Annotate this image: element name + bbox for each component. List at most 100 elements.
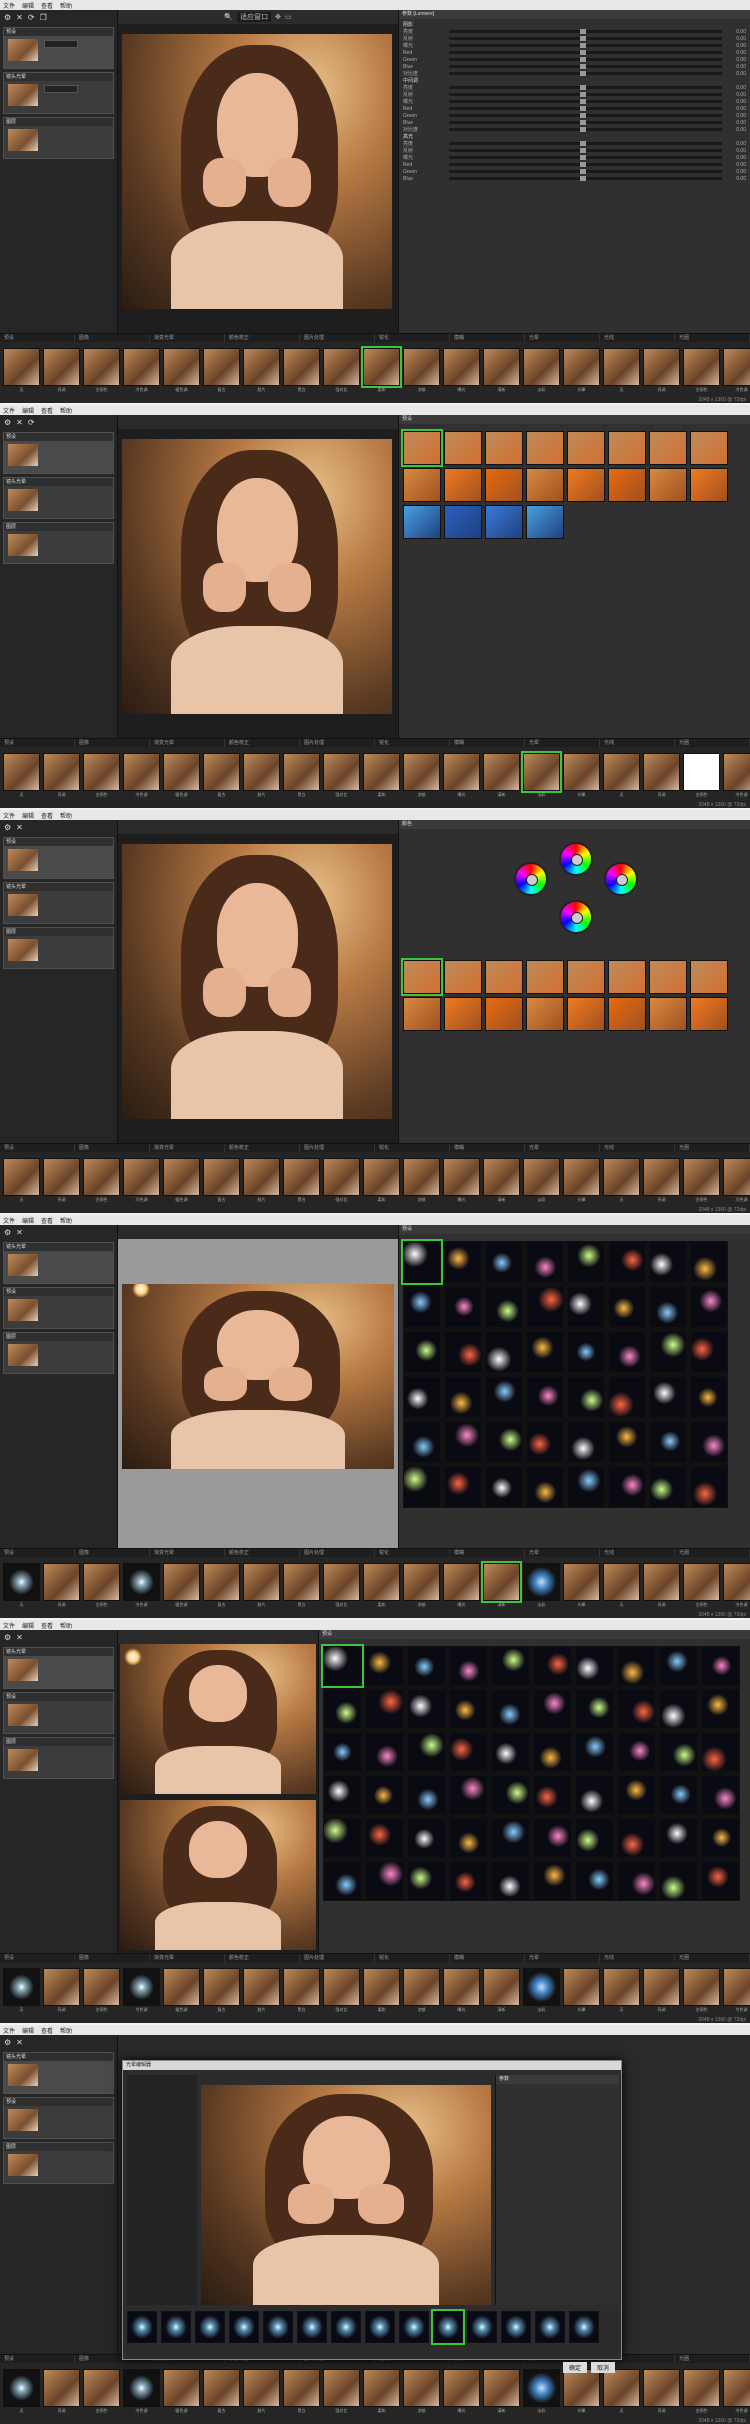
flare-preset-tile[interactable]: [690, 1286, 728, 1328]
flare-preset-tile[interactable]: [365, 1732, 404, 1772]
flare-preset-tile[interactable]: [407, 1646, 446, 1686]
menu-edit[interactable]: 编辑: [22, 406, 34, 415]
flare-preset-tile[interactable]: [485, 1376, 523, 1418]
preset-tile[interactable]: [444, 960, 482, 994]
filmstrip-item[interactable]: 浓郁: [403, 1158, 440, 1202]
flare-preset-tile[interactable]: [617, 1646, 656, 1686]
filmstrip-item[interactable]: 冷色调: [123, 1968, 160, 2012]
filmstrip-item[interactable]: 清新: [483, 1968, 520, 2012]
filmstrip-tab[interactable]: 锐化: [375, 1549, 450, 1557]
filmstrip-item[interactable]: 亮调: [643, 2369, 680, 2413]
slider-knob[interactable]: [580, 169, 587, 174]
flare-preset-tile[interactable]: [401, 1239, 443, 1285]
flare-preset-tile[interactable]: [449, 1732, 488, 1772]
filmstrip-item[interactable]: 清新: [481, 1561, 522, 1607]
param-row[interactable]: Green 0.00: [403, 112, 746, 119]
preset-tile[interactable]: [526, 431, 564, 465]
flare-preset-tile[interactable]: [701, 1775, 740, 1815]
preset-tile[interactable]: [401, 958, 443, 996]
flare-preset-tile[interactable]: [659, 1861, 698, 1901]
flare-element-item[interactable]: [331, 2311, 361, 2343]
filmstrip-tab[interactable]: 光线: [600, 1954, 675, 1962]
flare-preset-tile[interactable]: [403, 1421, 441, 1463]
param-row[interactable]: Blue 0.00: [403, 63, 746, 70]
param-slider[interactable]: [449, 99, 722, 104]
filmstrip-tab[interactable]: 图像: [75, 1144, 150, 1152]
param-row[interactable]: 亮度 0.00: [403, 140, 746, 148]
flare-preset-tile[interactable]: [533, 1775, 572, 1815]
filmstrip-tab[interactable]: 颜色校正: [225, 334, 300, 342]
filmstrip-tab[interactable]: 颜色校正: [225, 739, 300, 747]
param-row[interactable]: Red 0.00: [403, 49, 746, 56]
param-row[interactable]: Red 0.00: [403, 105, 746, 112]
slider-knob[interactable]: [580, 64, 587, 69]
menu-view[interactable]: 查看: [41, 1, 53, 10]
filmstrip-item[interactable]: 冷色调: [123, 753, 160, 797]
slider-knob[interactable]: [580, 92, 587, 97]
flare-preset-tile[interactable]: [690, 1421, 728, 1463]
filmstrip-tab[interactable]: 图像: [75, 1954, 150, 1962]
flare-preset-tile[interactable]: [323, 1861, 362, 1901]
color-wheel-shadows[interactable]: [514, 862, 548, 896]
photo-canvas[interactable]: [122, 439, 392, 714]
flare-element-item[interactable]: [501, 2311, 531, 2343]
filmstrip-item[interactable]: 古铜色: [683, 1563, 720, 1607]
param-row[interactable]: 反射 0.00: [403, 91, 746, 99]
filmstrip-item[interactable]: 黑白: [283, 1968, 320, 2012]
zoom-select[interactable]: 适应窗口: [237, 12, 272, 22]
filmstrip-item[interactable]: 亮调: [643, 1158, 680, 1202]
preset-tile[interactable]: [485, 431, 523, 465]
photo-canvas[interactable]: [122, 844, 392, 1119]
flare-preset-tile[interactable]: [608, 1286, 646, 1328]
blend-select[interactable]: [44, 40, 78, 48]
slider-knob[interactable]: [580, 155, 587, 160]
flare-preset-tile[interactable]: [567, 1286, 605, 1328]
close-icon[interactable]: ✕: [16, 823, 23, 832]
layer-item[interactable]: 图层: [3, 117, 114, 159]
param-row[interactable]: 亮度 0.00: [403, 84, 746, 92]
menu-file[interactable]: 文件: [3, 406, 15, 415]
canvas-area[interactable]: [118, 24, 398, 333]
filmstrip-tab[interactable]: 图片处理: [300, 739, 375, 747]
close-icon[interactable]: ✕: [16, 1633, 23, 1642]
filmstrip-tab[interactable]: 图像: [75, 739, 150, 747]
slider-knob[interactable]: [580, 176, 587, 181]
filmstrip-item[interactable]: 曝光: [443, 1563, 480, 1607]
layer-item[interactable]: 镜头光晕: [3, 882, 114, 924]
filmstrip-item[interactable]: 无: [603, 1158, 640, 1202]
gear-icon[interactable]: ⚙: [4, 418, 11, 427]
param-slider[interactable]: [449, 29, 722, 34]
filmstrip-tab[interactable]: 渐变光晕: [150, 1954, 225, 1962]
layer-item[interactable]: 镜头光晕: [3, 1647, 114, 1689]
filmstrip-item[interactable]: 胶片: [243, 753, 280, 797]
menu-view[interactable]: 查看: [41, 1216, 53, 1225]
param-row[interactable]: 反射 0.00: [403, 147, 746, 155]
flare-preset-tile[interactable]: [526, 1466, 564, 1508]
flare-preset-tile[interactable]: [690, 1241, 728, 1283]
compare-icon[interactable]: ▭: [285, 13, 292, 21]
flare-preset-tile[interactable]: [608, 1331, 646, 1373]
filmstrip-item[interactable]: 无: [603, 348, 640, 392]
canvas-area[interactable]: [118, 834, 398, 1143]
flare-preset-tile[interactable]: [701, 1646, 740, 1686]
filmstrip-tab[interactable]: 光圈: [675, 1144, 750, 1152]
flare-preset-tile[interactable]: [444, 1331, 482, 1373]
filmstrip-item[interactable]: 胶片: [243, 1563, 280, 1607]
filmstrip-item[interactable]: 古铜色: [83, 1968, 120, 2012]
filmstrip-item[interactable]: 复古: [203, 1563, 240, 1607]
filmstrip-tab[interactable]: 光晕: [525, 334, 600, 342]
flare-preset-tile[interactable]: [526, 1421, 564, 1463]
filmstrip-item[interactable]: 复古: [203, 753, 240, 797]
param-slider[interactable]: [449, 162, 722, 167]
filmstrip-tab[interactable]: 颜色校正: [225, 1144, 300, 1152]
flare-preset-tile[interactable]: [526, 1376, 564, 1418]
close-icon[interactable]: ✕: [16, 1228, 23, 1237]
menu-file[interactable]: 文件: [3, 811, 15, 820]
flare-preset-tile[interactable]: [323, 1732, 362, 1772]
flare-preset-tile[interactable]: [365, 1775, 404, 1815]
slider-knob[interactable]: [580, 71, 587, 76]
filmstrip-item[interactable]: 柔和: [363, 1158, 400, 1202]
filmstrip-tab[interactable]: 锐化: [375, 1144, 450, 1152]
layer-item[interactable]: 镜头光晕: [3, 477, 114, 519]
slider-knob[interactable]: [580, 162, 587, 167]
